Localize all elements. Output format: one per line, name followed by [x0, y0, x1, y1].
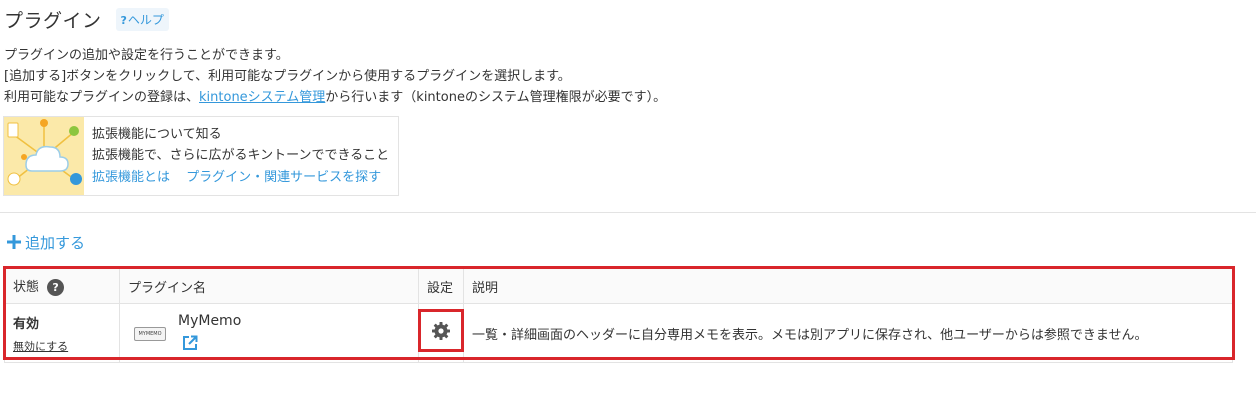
help-link[interactable]: ?ヘルプ: [115, 8, 169, 31]
plugin-table: 状態? プラグイン名 設定 説明 有効 無効にする MYMEMO MyMemo: [4, 268, 1233, 363]
status-badge: 有効: [13, 316, 40, 332]
status-column-header: 状態?: [4, 268, 120, 304]
help-icon: ?: [120, 14, 127, 27]
status-cell: 有効 無効にする: [4, 303, 120, 363]
disable-plugin-link[interactable]: 無効にする: [13, 340, 68, 353]
description-line-1: プラグインの追加や設定を行うことができます。: [4, 48, 289, 63]
promo-text: 拡張機能で、さらに広がるキントーンでできること: [92, 148, 390, 163]
add-plugin-label: 追加する: [25, 234, 86, 252]
extensions-promo-card: 拡張機能について知る 拡張機能で、さらに広がるキントーンでできること 拡張機能と…: [3, 116, 399, 196]
description-line-3-before: 利用可能なプラグインの登録は、: [4, 90, 200, 105]
description-column-header: 説明: [463, 268, 1233, 304]
description-line-3-after: から行います（kintoneのシステム管理権限が必要です）。: [325, 90, 667, 105]
find-plugins-link[interactable]: プラグイン・関連サービスを探す: [186, 170, 381, 185]
page-title: プラグイン: [4, 10, 102, 32]
page-header: プラグイン ?ヘルプ: [4, 6, 169, 33]
description-line-3: 利用可能なプラグインの登録は、kintoneシステム管理から行います（kinto…: [4, 87, 666, 108]
table-row: 有効 無効にする MYMEMO MyMemo 一覧・詳細画面のヘッダーに自分専用…: [4, 303, 1233, 363]
plugin-settings-gear-icon[interactable]: [431, 322, 451, 345]
page-description: プラグインの追加や設定を行うことができます。 [追加する]ボタンをクリックして、…: [4, 45, 666, 108]
plugin-name: MyMemo: [178, 313, 242, 329]
table-header-row: 状態? プラグイン名 設定 説明: [4, 268, 1233, 304]
settings-cell: [418, 303, 464, 363]
external-link-icon[interactable]: [182, 335, 241, 355]
status-header-label: 状態: [13, 280, 40, 295]
add-plugin-button[interactable]: 追加する: [6, 232, 85, 253]
help-label: ヘルプ: [127, 13, 164, 27]
status-help-icon[interactable]: ?: [47, 279, 65, 296]
settings-column-header: 設定: [418, 268, 464, 304]
plus-icon: [6, 234, 22, 252]
system-admin-link[interactable]: kintoneシステム管理: [199, 90, 325, 105]
description-line-2: [追加する]ボタンをクリックして、利用可能なプラグインから使用するプラグインを選…: [4, 69, 571, 84]
plugin-name-cell: MYMEMO MyMemo: [119, 303, 419, 363]
plugin-logo: MYMEMO: [134, 327, 166, 341]
promo-illustration: [4, 117, 84, 195]
promo-title: 拡張機能について知る: [92, 127, 222, 142]
about-extensions-link[interactable]: 拡張機能とは: [92, 170, 170, 185]
section-divider: [0, 212, 1256, 213]
plugin-description-cell: 一覧・詳細画面のヘッダーに自分専用メモを表示。メモは別アプリに保存され、他ユーザ…: [463, 303, 1233, 363]
plugin-name-column-header: プラグイン名: [119, 268, 419, 304]
